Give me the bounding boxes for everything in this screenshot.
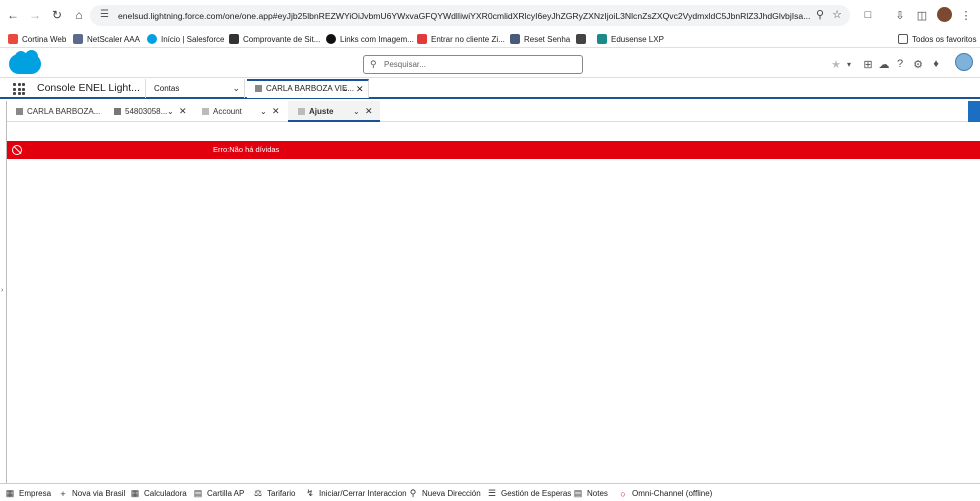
bookmark-favicon-icon	[8, 34, 18, 44]
global-actions-icon[interactable]: ⊞	[861, 57, 875, 71]
console-navigation-bar: Console ENEL Light... Contas ⌄ CARLA BAR…	[0, 79, 980, 99]
bookmark-netscaler[interactable]: NetScaler AAA	[73, 33, 140, 45]
utility-tarifario[interactable]: ⚖ Tarifario	[253, 488, 296, 499]
url-text: enelsud.lightning.force.com/one/one.app#…	[118, 10, 811, 21]
utility-calculadora[interactable]: ▦ Calculadora	[130, 488, 187, 499]
bookmark-cortina-web[interactable]: Cortina Web	[8, 33, 66, 45]
address-bar[interactable]: ☰ enelsud.lightning.force.com/one/one.ap…	[90, 5, 850, 26]
cloud-icon	[202, 108, 209, 115]
bookmark-favicon-icon	[73, 34, 83, 44]
utility-notes[interactable]: ▤ Notes	[573, 488, 608, 499]
bookmark-favicon-icon	[510, 34, 520, 44]
app-name: Console ENEL Light...	[37, 82, 140, 94]
chevron-down-icon[interactable]: ⌄	[232, 79, 240, 98]
status-icon: ○	[620, 488, 626, 499]
menu-icon[interactable]: ⋮	[958, 7, 974, 23]
app-launcher-icon[interactable]	[13, 83, 25, 95]
error-ban-icon	[12, 145, 22, 155]
favorites-dropdown-icon[interactable]: ▾	[842, 57, 856, 71]
bookmark-entrar-cliente[interactable]: Entrar no cliente Zi...	[417, 33, 505, 45]
subtab-carla-barboza[interactable]: CARLA BARBOZA...	[6, 101, 104, 122]
setup-gear-icon[interactable]: ⚙	[911, 57, 925, 71]
bookmark-favicon-icon	[417, 34, 427, 44]
bookmark-all-favorites[interactable]: Todos os favoritos	[898, 33, 976, 45]
chevron-down-icon[interactable]: ⌄	[260, 101, 267, 122]
bookmark-star-icon[interactable]: ☆	[832, 8, 842, 21]
bookmark-salesforce[interactable]: Início | Salesforce	[147, 33, 224, 45]
help-icon[interactable]: ?	[893, 57, 907, 71]
bookmark-comprovante[interactable]: Comprovante de Sit...	[229, 33, 320, 45]
bookmark-links-imagem[interactable]: Links com Imagem...	[326, 33, 414, 45]
utility-iniciar-cerrar[interactable]: ↯ Iniciar/Cerrar Interaccion	[305, 488, 406, 499]
back-icon[interactable]: ←	[4, 6, 22, 24]
book-icon: ▤	[193, 488, 203, 498]
home-icon[interactable]: ⌂	[70, 6, 88, 24]
extensions-icon[interactable]: □	[860, 7, 876, 23]
scale-icon: ⚖	[253, 488, 263, 498]
chevron-down-icon[interactable]: ⌄	[167, 101, 174, 122]
browser-toolbar: ← → ↻ ⌂ ☰ enelsud.lightning.force.com/on…	[0, 0, 980, 30]
plus-icon: +	[60, 488, 66, 499]
bookmark-favicon-icon	[229, 34, 239, 44]
download-icon[interactable]: ⇩	[892, 7, 908, 23]
note-icon: ▤	[573, 488, 583, 498]
panel-toggle-icon[interactable]: ›	[1, 287, 3, 294]
subtab-account[interactable]: Account ⌄ ✕	[192, 101, 288, 122]
global-search-input[interactable]: ⚲ Pesquisar...	[363, 55, 583, 74]
chevron-down-icon[interactable]: ⌄	[353, 101, 360, 122]
pin-icon: ⚲	[409, 488, 417, 498]
user-avatar[interactable]	[955, 53, 973, 71]
utility-gestion-esperas[interactable]: ☰ Gestión de Esperas	[487, 488, 571, 499]
error-banner: Erro:Não há dívidas	[7, 141, 980, 159]
account-icon	[16, 108, 23, 115]
favorites-star-icon[interactable]: ★	[829, 57, 843, 71]
utility-nova-via-brasil[interactable]: + Nova via Brasil	[58, 488, 125, 499]
utility-cartilla-ap[interactable]: ▤ Cartilla AP	[193, 488, 245, 499]
utility-empresa[interactable]: ▦ Empresa	[5, 488, 51, 499]
close-icon[interactable]: ✕	[179, 101, 187, 122]
bookmark-edusense[interactable]: Edusense LXP	[597, 33, 664, 45]
close-icon[interactable]: ✕	[356, 81, 364, 97]
folder-icon	[898, 34, 908, 44]
calculator-icon: ▦	[130, 488, 140, 498]
briefcase-icon	[114, 108, 121, 115]
zoom-icon[interactable]: ⚲	[816, 8, 824, 21]
error-message: Erro:Não há dívidas	[213, 145, 280, 154]
reload-icon[interactable]: ↻	[48, 6, 66, 24]
notifications-bell-icon[interactable]: ♦	[929, 57, 943, 71]
utility-bar: ▦ Empresa + Nova via Brasil ▦ Calculadora ▤…	[0, 483, 980, 501]
account-icon	[255, 85, 262, 92]
cloud-icon	[298, 108, 305, 115]
subtab-ajuste[interactable]: Ajuste ⌄ ✕	[288, 101, 380, 122]
building-icon: ▦	[5, 488, 15, 498]
chevron-down-icon[interactable]: ⌄	[342, 81, 349, 97]
lightning-icon: ↯	[306, 488, 314, 498]
utility-nueva-direccion[interactable]: ⚲ Nueva Dirección	[408, 488, 481, 499]
close-icon[interactable]: ✕	[272, 101, 280, 122]
list-icon: ☰	[487, 488, 497, 498]
subtab-number[interactable]: 54803058... ⌄ ✕	[104, 101, 192, 122]
profile-avatar[interactable]	[937, 7, 952, 22]
salesforce-logo-icon[interactable]	[9, 50, 41, 74]
sidepanel-icon[interactable]: ◫	[914, 7, 930, 23]
workspace-tab[interactable]: CARLA BARBOZA VIE... ⌄ ✕	[247, 79, 369, 98]
bookmark-favicon-icon	[326, 34, 336, 44]
bookmark-favicon-icon	[576, 34, 586, 44]
bookmarks-bar: Cortina Web NetScaler AAA Início | Sales…	[0, 30, 980, 48]
right-edge-strip	[968, 101, 980, 122]
forward-icon[interactable]: →	[26, 6, 44, 24]
trailhead-icon[interactable]: ☁	[877, 57, 891, 71]
navigation-object-selector[interactable]: Contas ⌄	[145, 79, 245, 98]
search-icon: ⚲	[370, 59, 377, 69]
bookmark-reset-senha[interactable]: Reset Senha	[510, 33, 570, 45]
close-icon[interactable]: ✕	[365, 101, 373, 122]
utility-omni-channel[interactable]: ○ Omni-Channel (offline)	[618, 488, 712, 499]
site-info-icon[interactable]: ☰	[100, 9, 109, 20]
bookmark-favicon-icon	[597, 34, 607, 44]
subtab-bar: CARLA BARBOZA... 54803058... ⌄ ✕ Account…	[6, 101, 974, 122]
bookmark-unnamed[interactable]	[576, 33, 590, 45]
salesforce-favicon-icon	[147, 34, 157, 44]
